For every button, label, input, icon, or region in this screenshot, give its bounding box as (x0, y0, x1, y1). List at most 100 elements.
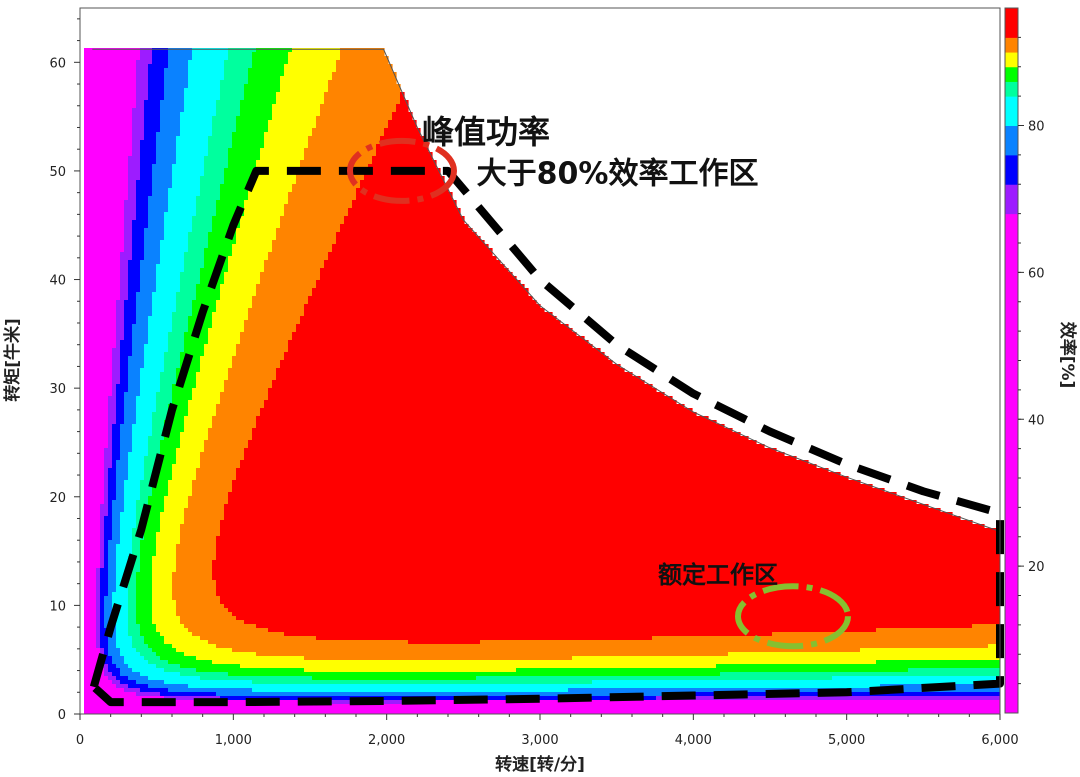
contour-cell (252, 688, 569, 693)
contour-cell (348, 208, 461, 213)
contour-cell (248, 308, 305, 313)
contour-cell (244, 96, 277, 101)
contour-cell (140, 568, 153, 573)
contour-cell (160, 520, 185, 525)
contour-cell (116, 468, 129, 473)
contour-cell (300, 316, 557, 321)
contour-cell (152, 176, 173, 181)
contour-cell (100, 608, 105, 613)
contour-cell (172, 476, 197, 481)
contour-cell (120, 256, 133, 261)
contour-cell (772, 632, 1000, 637)
contour-cell (340, 52, 385, 57)
contour-cell (220, 196, 249, 201)
contour-cell (284, 68, 337, 73)
contour-cell (160, 244, 189, 249)
contour-cell (208, 332, 241, 337)
contour-cell (232, 360, 281, 365)
contour-cell (104, 480, 109, 485)
contour-cell (100, 592, 109, 597)
x-axis-title: 转速[转/分] (495, 754, 585, 775)
contour-cell (128, 284, 141, 289)
contour-cell (160, 692, 217, 697)
contour-cell (248, 440, 757, 445)
y-tick-label: 20 (49, 491, 66, 506)
contour-cell (144, 104, 161, 109)
contour-cell (108, 476, 117, 481)
contour-cell (100, 548, 105, 553)
contour-cell (156, 396, 173, 401)
contour-cell (84, 632, 97, 637)
contour-cell (232, 480, 861, 485)
contour-cell (320, 276, 517, 281)
contour-cell (128, 288, 141, 293)
contour-cell (220, 188, 249, 193)
contour-cell (84, 552, 101, 557)
contour-cell (124, 220, 133, 225)
contour-cell (292, 336, 585, 341)
contour-cell (268, 396, 673, 401)
contour-cell (220, 400, 265, 405)
contour-cell (268, 392, 665, 397)
contour-cell (144, 528, 161, 533)
contour-cell (164, 352, 181, 357)
annotation-peak-power: 峰值功率 (422, 113, 550, 151)
contour-cell (272, 248, 333, 253)
contour-cell (108, 484, 117, 489)
contour-cell (136, 308, 153, 313)
contour-cell (312, 132, 385, 137)
contour-cell (136, 100, 145, 105)
contour-cell (260, 412, 697, 417)
contour-cell (120, 432, 133, 437)
contour-cell (212, 324, 245, 329)
contour-cell (148, 676, 201, 681)
contour-cell (168, 56, 193, 61)
contour-cell (84, 184, 129, 189)
contour-cell (160, 120, 181, 125)
contour-cell (252, 428, 733, 433)
contour-cell (332, 248, 493, 253)
contour-cell (216, 552, 1000, 557)
contour-cell (112, 508, 125, 513)
contour-cell (124, 248, 133, 253)
contour-cell (292, 48, 341, 53)
contour-cell (176, 308, 193, 313)
contour-cell (108, 588, 117, 593)
contour-cell (124, 332, 133, 337)
contour-cell (84, 320, 117, 325)
contour-cell (212, 564, 1000, 569)
contour-cell (120, 356, 129, 361)
contour-cell (84, 540, 101, 545)
contour-cell (212, 124, 237, 129)
contour-cell (124, 316, 137, 321)
contour-cell (304, 152, 377, 157)
contour-cell (140, 672, 181, 677)
contour-cell (220, 600, 1000, 605)
contour-cell (156, 652, 185, 657)
contour-cell (152, 192, 169, 197)
contour-cell (184, 264, 205, 269)
contour-cell (108, 652, 121, 657)
contour-cell (120, 284, 129, 289)
contour-cell (120, 440, 133, 445)
contour-cell (132, 440, 149, 445)
contour-cell (228, 156, 261, 161)
contour-cell (132, 224, 149, 229)
contour-cell (132, 124, 145, 129)
contour-cell (152, 60, 169, 65)
contour-cell (84, 88, 137, 93)
contour-cell (316, 636, 653, 641)
contour-cell (224, 604, 1000, 609)
contour-cell (192, 300, 217, 305)
contour-cell (84, 100, 137, 105)
contour-cell (184, 652, 257, 657)
contour-cell (176, 456, 201, 461)
contour-cell (116, 344, 121, 349)
contour-cell (108, 440, 113, 445)
contour-cell (84, 316, 117, 321)
x-tick-label: 2,000 (368, 733, 405, 748)
contour-cell (120, 260, 129, 265)
contour-cell (316, 124, 389, 129)
contour-cell (188, 500, 229, 505)
contour-cell (84, 584, 97, 589)
